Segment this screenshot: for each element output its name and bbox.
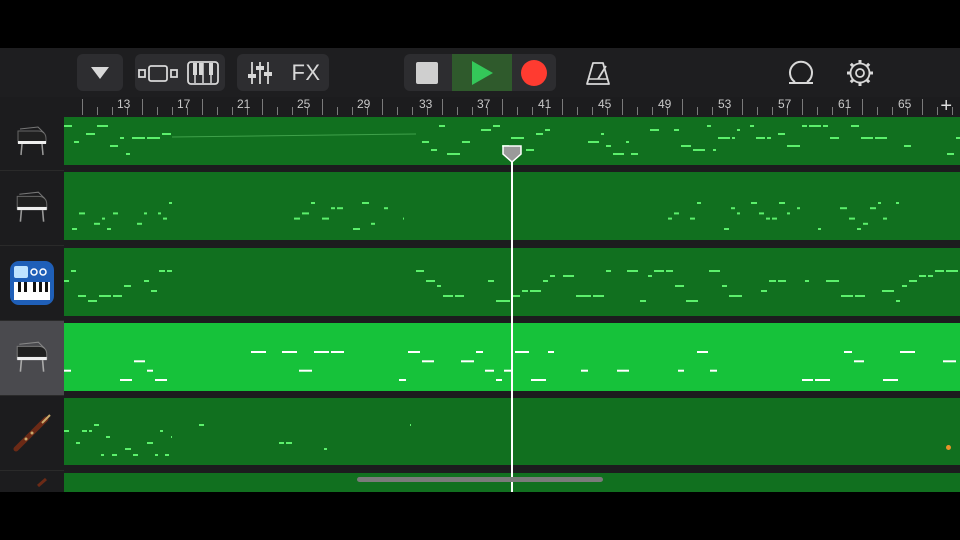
bar-number: 13 [117,97,131,111]
track-header-4-selected[interactable] [0,320,64,395]
bar-number: 45 [598,97,612,111]
stop-icon [416,61,438,84]
mixer-button[interactable] [237,54,283,91]
horizontal-scrollbar[interactable] [357,477,603,482]
play-button[interactable] [452,54,512,91]
gear-icon [847,59,873,86]
track-headers [0,117,64,492]
track-header-6[interactable] [0,470,64,492]
metronome-button[interactable] [578,54,618,91]
bar-number: 53 [718,97,732,111]
bar-number: 37 [477,97,491,111]
transport-group [404,54,556,91]
grand-piano-icon [16,341,48,372]
bar-number: 17 [177,97,191,111]
keyboard-view-button[interactable] [180,54,225,91]
track-header-1[interactable] [0,117,64,167]
toolbar: FX [0,48,960,97]
bar-number: 29 [357,97,371,111]
add-track-button[interactable]: + [940,95,952,117]
playhead-line [511,160,513,492]
track-header-5[interactable] [0,395,64,470]
metronome-icon [586,61,610,85]
bar-number: 41 [538,97,552,111]
bar-number: 33 [419,97,433,111]
instrument-icon [37,477,47,487]
bar-number: 65 [898,97,912,111]
automation-marker [946,445,951,450]
bar-number: 61 [838,97,852,111]
keyboard-icon [186,60,219,85]
synthesizer-keyboard-icon [10,261,54,305]
bar-number: 49 [658,97,672,111]
bar-number: 21 [237,97,251,111]
play-icon [472,60,493,85]
fx-label: FX [291,59,321,85]
chevron-down-icon [77,54,123,91]
tracks-view-icon [137,64,178,82]
loop-icon [789,60,813,84]
bar-number: 57 [778,97,792,111]
stop-button[interactable] [404,54,450,91]
browser-dropdown-button[interactable] [77,54,123,91]
garageband-window: FX 13 17 21 25 29 33 37 41 45 49 53 57 6… [0,48,960,492]
grand-piano-icon [17,126,47,156]
track-header-2[interactable] [0,170,64,245]
playhead-handle[interactable] [502,145,522,168]
settings-button[interactable] [840,54,880,91]
record-button[interactable] [512,54,556,91]
bassoon-icon [13,414,51,452]
view-toggle-group [135,54,225,91]
grand-piano-icon [16,191,48,222]
fx-button[interactable]: FX [283,54,329,91]
bar-number: 25 [297,97,311,111]
timeline-ruler[interactable]: 13 17 21 25 29 33 37 41 45 49 53 57 61 6… [64,97,960,117]
loop-browser-button[interactable] [781,54,821,91]
track-header-3[interactable] [0,245,64,320]
record-icon [521,59,547,86]
tracks-view-button[interactable] [135,54,180,91]
mixer-fx-group: FX [237,54,329,91]
mixer-sliders-icon [248,61,272,84]
